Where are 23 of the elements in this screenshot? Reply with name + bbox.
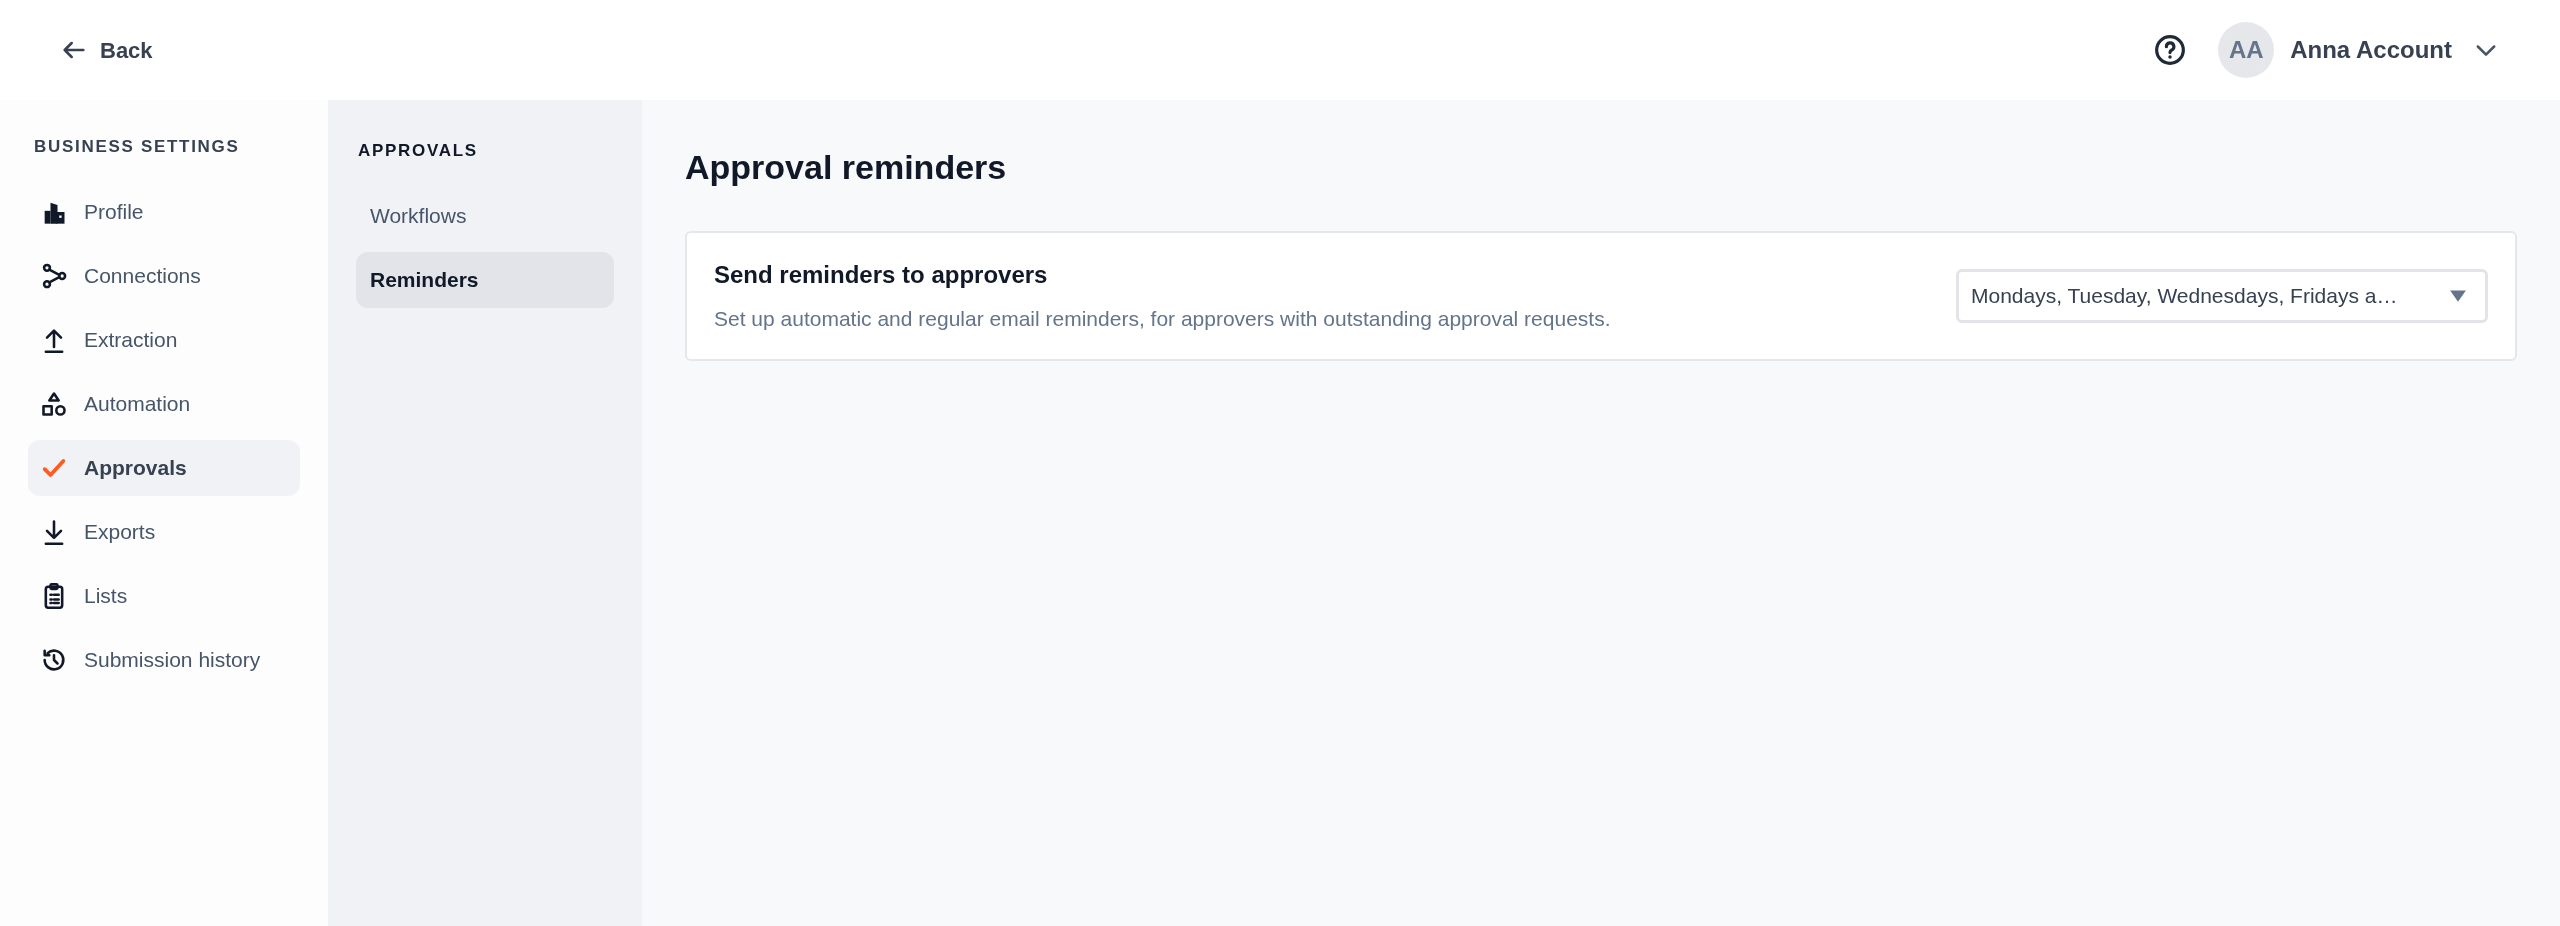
sidebar-item[interactable]: Profile <box>28 183 300 240</box>
sidebar-title: BUSINESS SETTINGS <box>33 136 241 158</box>
account-menu-button[interactable]: Anna Account <box>2290 32 2500 68</box>
schedule-select[interactable]: Mondays, Tuesday, Wednesdays, Fridays a… <box>1956 268 2488 323</box>
card-title: Send reminders to approvers <box>714 260 1049 290</box>
sidebar-item[interactable]: Submission history <box>28 631 300 688</box>
sidebar-item[interactable]: Approvals <box>28 439 300 496</box>
dropdown-triangle-icon <box>2449 288 2467 303</box>
sidebar-item[interactable]: Automation <box>28 375 300 432</box>
user-avatar: AA <box>2218 22 2275 78</box>
subnav-item[interactable]: Workflows <box>356 187 614 244</box>
subnav-title: APPROVALS <box>357 140 479 162</box>
sidebar-item[interactable]: Connections <box>28 247 300 304</box>
shapes-icon <box>40 389 68 418</box>
connection-nodes-icon <box>40 261 68 290</box>
subnav-item[interactable]: Reminders <box>356 251 614 308</box>
back-button[interactable]: Back <box>60 33 153 67</box>
sidebar-item[interactable]: Lists <box>28 567 300 624</box>
sidebar-item[interactable]: Extraction <box>28 311 300 368</box>
page-title: Approval reminders <box>685 147 1008 188</box>
sidebar-item[interactable]: Exports <box>28 503 300 560</box>
card-description: Set up automatic and regular email reminders, for approvers with outstanding approval requests. <box>714 306 1611 332</box>
help-icon[interactable] <box>2154 34 2187 66</box>
